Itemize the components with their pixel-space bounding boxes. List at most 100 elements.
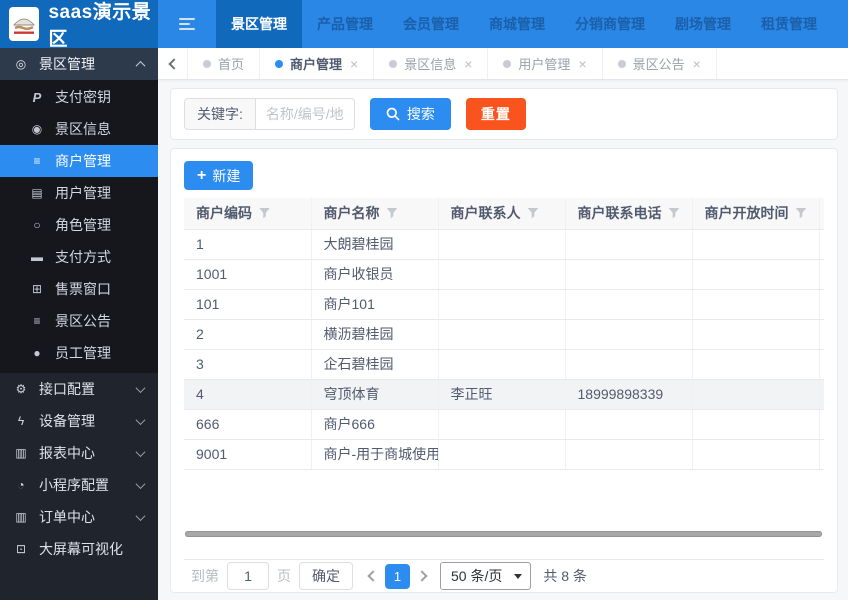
topnav-item-mall[interactable]: 商城管理	[474, 0, 560, 48]
prev-page-icon[interactable]	[367, 570, 379, 582]
miniprogram-icon: ◔	[17, 478, 25, 492]
sidebar-item-interface-config[interactable]: ⚙ 接口配置	[0, 373, 158, 405]
close-icon[interactable]: ×	[350, 56, 358, 72]
content-area: 关键字: 搜索 重置	[158, 80, 848, 600]
new-button[interactable]: + 新建	[184, 161, 254, 190]
table-row: 2 横沥碧桂园	[184, 319, 824, 350]
search-panel: 关键字: 搜索 重置	[170, 88, 838, 140]
tab-dot-icon	[275, 59, 284, 68]
sidebar-item-payment-method[interactable]: ▬ 支付方式	[0, 241, 158, 273]
sidebar-item-big-screen[interactable]: ⊡ 大屏幕可视化	[0, 533, 158, 565]
sidebar-item-device-management[interactable]: ϟ 设备管理	[0, 405, 158, 437]
tab-scenic-info[interactable]: 景区信息 ×	[374, 48, 489, 79]
close-icon[interactable]: ×	[578, 56, 586, 72]
filter-funnel-icon[interactable]	[668, 207, 680, 219]
tab-dot-icon	[389, 59, 398, 68]
column-header-merchant-name: 商户名称	[311, 198, 439, 230]
table-row: 9001 商户-用于商城使用	[184, 439, 824, 470]
search-button[interactable]: 搜索	[369, 98, 451, 130]
topnav-item-member[interactable]: 会员管理	[388, 0, 474, 48]
logo-area: saas演示景区	[0, 0, 158, 50]
chevron-down-icon	[135, 414, 146, 425]
keyword-input[interactable]	[254, 98, 355, 130]
sidebar: ◎ 景区管理 P 支付密钥 ◉ 景区信息 ≡ 商户管理 ▤ 用户管理 ○ 角色管…	[0, 48, 158, 600]
sidebar-item-user-management[interactable]: ▤ 用户管理	[0, 177, 158, 209]
staff-circle-icon: ●	[33, 346, 41, 360]
sidebar-item-staff-management[interactable]: ● 员工管理	[0, 337, 158, 369]
table-row: 666 商户666	[184, 409, 824, 440]
reset-button[interactable]: 重置	[465, 98, 526, 130]
table-row: 1 大朗碧桂园	[184, 229, 824, 260]
topnav-item-rental[interactable]: 租赁管理	[746, 0, 832, 48]
sidebar-item-report-center[interactable]: ▥ 报表中心	[0, 437, 158, 469]
chevron-down-icon	[135, 382, 146, 393]
sidebar-item-scenic-notice[interactable]: ≡ 景区公告	[0, 305, 158, 337]
id-card-icon: ▤	[31, 186, 43, 200]
tab-dot-icon	[203, 59, 211, 68]
top-bar: saas演示景区 景区管理 产品管理 会员管理 商城管理 分销商管理 剧场管理 …	[0, 0, 848, 50]
goto-page-label: 到第	[191, 568, 219, 584]
paypal-icon: P	[32, 89, 42, 105]
topnav-item-distributor[interactable]: 分销商管理	[560, 0, 660, 48]
app-title: saas演示景区	[48, 2, 152, 50]
page-number-button[interactable]: 1	[385, 563, 410, 589]
next-page-icon[interactable]	[416, 570, 428, 582]
chevron-down-icon	[135, 478, 146, 489]
payment-badge-icon: ▬	[31, 250, 43, 264]
tab-merchant-management[interactable]: 商户管理 ×	[260, 48, 375, 79]
info-circle-icon: ◉	[31, 122, 43, 136]
close-icon[interactable]: ×	[464, 56, 472, 72]
column-header-address: 地址	[819, 198, 824, 230]
sidebar-item-role-management[interactable]: ○ 角色管理	[0, 209, 158, 241]
windows-icon: ⊞	[31, 282, 43, 296]
filter-funnel-icon[interactable]	[795, 207, 807, 219]
scenic-logo-image	[13, 18, 36, 34]
page-size-select[interactable]: 50 条/页	[440, 562, 532, 590]
topnav-item-theater[interactable]: 剧场管理	[660, 0, 746, 48]
sidebar-item-pay-key[interactable]: P 支付密钥	[0, 81, 158, 113]
topnav-item-scenic[interactable]: 景区管理	[216, 0, 302, 48]
gears-icon: ⚙	[15, 382, 27, 396]
plus-icon: +	[197, 166, 207, 184]
tab-scroll-left-button[interactable]	[158, 48, 188, 79]
sidebar-item-merchant-management[interactable]: ≡ 商户管理	[0, 145, 158, 177]
sidebar-item-label: 景区管理	[39, 56, 95, 72]
filter-funnel-icon[interactable]	[527, 207, 539, 219]
close-icon[interactable]: ×	[693, 56, 701, 72]
total-count-label: 共 8 条	[543, 568, 587, 584]
pagination-bar: 到第 页 确定 1 50 条/页 共 8 条	[184, 559, 824, 592]
notice-list-icon: ≡	[33, 314, 41, 328]
table-row: 1001 商户收银员	[184, 259, 824, 290]
keyword-input-group: 关键字:	[184, 98, 355, 130]
confirm-button[interactable]: 确定	[299, 562, 353, 590]
sidebar-item-scenic-management[interactable]: ◎ 景区管理	[0, 48, 158, 80]
tab-dot-icon	[503, 59, 512, 68]
table-header-row: 商户编码 商户名称 商户联系人 商户联系电话 商户开放时间 地址	[184, 198, 824, 230]
chevron-up-icon	[135, 60, 146, 71]
goto-page-input[interactable]	[227, 562, 269, 590]
filter-funnel-icon[interactable]	[259, 207, 270, 219]
role-circle-icon: ○	[33, 218, 41, 232]
table-row: 3 企石碧桂园	[184, 349, 824, 380]
order-chart-icon: ▥	[15, 510, 27, 524]
big-screen-icon: ⊡	[15, 542, 27, 556]
sidebar-item-scenic-info[interactable]: ◉ 景区信息	[0, 113, 158, 145]
filter-funnel-icon[interactable]	[386, 207, 398, 219]
chevron-left-icon	[168, 57, 180, 70]
tab-user-management[interactable]: 用户管理 ×	[488, 48, 603, 79]
topnav-item-product[interactable]: 产品管理	[302, 0, 388, 48]
table-row: 101 商户101	[184, 289, 824, 320]
sidebar-item-order-center[interactable]: ▥ 订单中心	[0, 501, 158, 533]
sidebar-item-ticket-window[interactable]: ⊞ 售票窗口	[0, 273, 158, 305]
keyword-label: 关键字:	[184, 98, 255, 130]
sidebar-item-miniprogram-config[interactable]: ◔ 小程序配置	[0, 469, 158, 501]
tab-home[interactable]: 首页	[188, 48, 261, 79]
menu-fold-icon[interactable]	[158, 0, 216, 48]
tab-scenic-notice[interactable]: 景区公告 ×	[603, 48, 717, 79]
column-header-merchant-code: 商户编码	[184, 198, 312, 230]
sidebar-submenu: P 支付密钥 ◉ 景区信息 ≡ 商户管理 ▤ 用户管理 ○ 角色管理 ▬ 支付方…	[0, 80, 158, 373]
scrollbar-thumb[interactable]	[185, 531, 823, 537]
top-nav: 景区管理 产品管理 会员管理 商城管理 分销商管理 剧场管理 租赁管理	[158, 0, 848, 48]
page-unit-label: 页	[277, 568, 291, 584]
horizontal-scrollbar	[184, 530, 824, 538]
